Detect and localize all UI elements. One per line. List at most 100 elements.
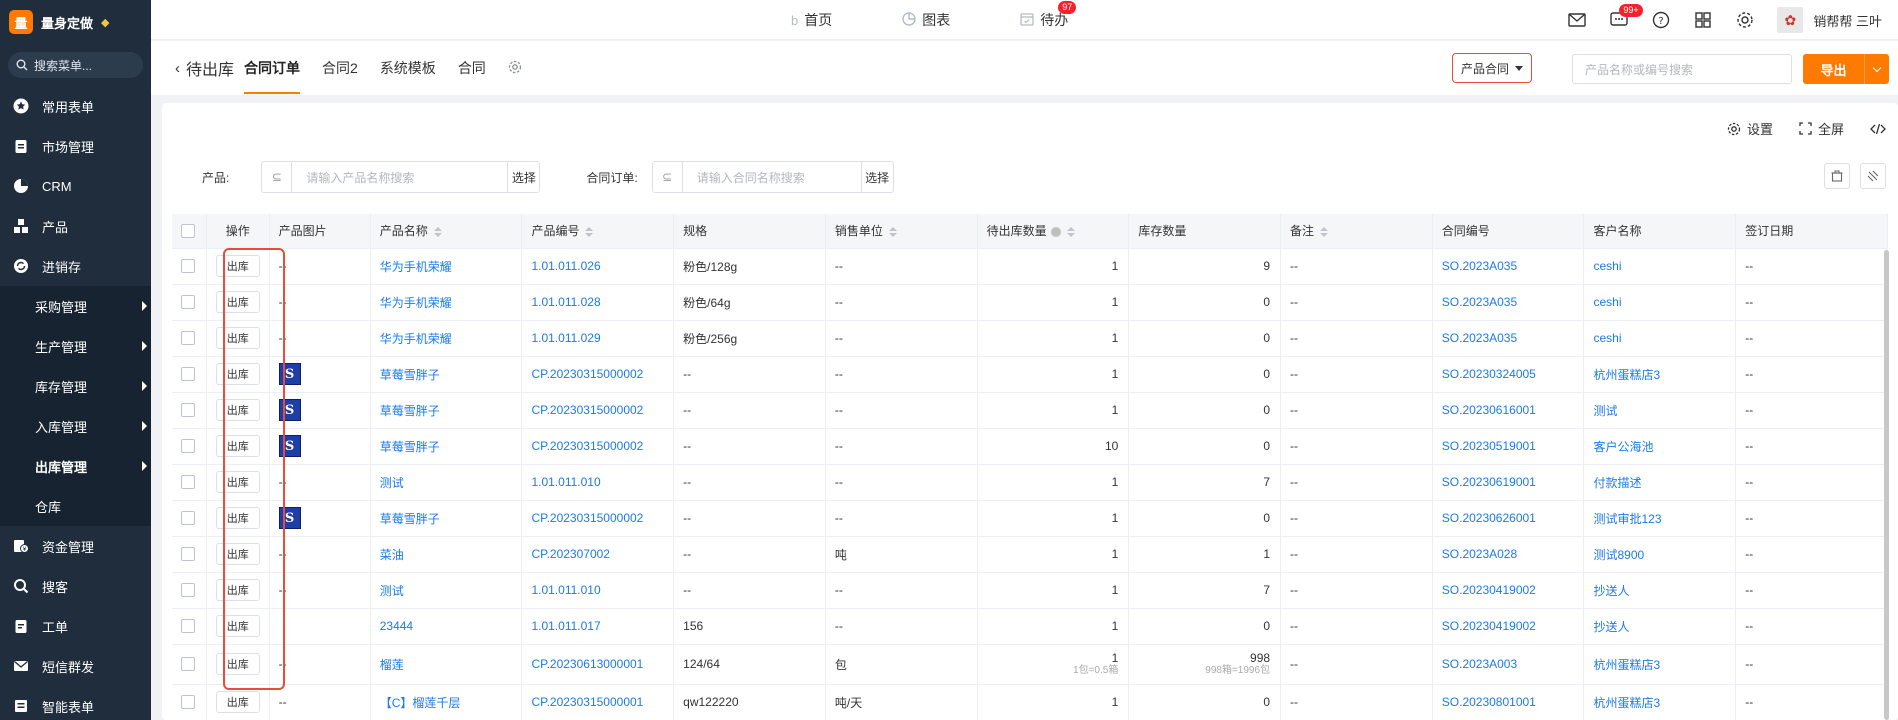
collapse-filter-icon[interactable]	[1860, 163, 1886, 189]
cell-customer[interactable]: 抄送人	[1583, 572, 1737, 609]
sidebar-item-ticket[interactable]: 工单	[0, 606, 151, 646]
sort-icon[interactable]	[1066, 227, 1075, 238]
row-checkbox[interactable]	[172, 392, 207, 429]
cell-customer[interactable]: ceshi	[1583, 320, 1737, 357]
nav-home[interactable]: b 首页	[791, 10, 832, 30]
cell-contract[interactable]: SO.20230616001	[1432, 392, 1585, 429]
cell-product-name[interactable]: 草莓雪胖子	[370, 500, 523, 537]
cell-product-code[interactable]: CP.20230315000002	[521, 356, 675, 393]
cell-customer[interactable]: 测试	[1583, 392, 1737, 429]
filter-mode-icon[interactable]: ⊆	[653, 162, 683, 192]
col-header-note[interactable]: 备注	[1280, 214, 1433, 249]
outbound-button[interactable]: 出库	[215, 435, 260, 457]
row-checkbox[interactable]	[172, 608, 207, 645]
sidebar-item-market[interactable]: 市场管理	[0, 126, 151, 166]
cell-product-code[interactable]: CP.20230315000002	[521, 392, 675, 429]
cell-product-name[interactable]: 菜油	[370, 536, 523, 573]
product-thumbnail[interactable]: S	[278, 399, 301, 421]
outbound-button[interactable]: 出库	[215, 363, 260, 385]
cell-product-code[interactable]: 1.01.011.010	[521, 464, 675, 501]
settings-button[interactable]: 设置	[1727, 119, 1773, 138]
row-checkbox[interactable]	[172, 356, 207, 393]
outbound-button[interactable]: 出库	[215, 399, 260, 421]
tab-contract2[interactable]: 合同2	[322, 58, 358, 78]
cell-contract[interactable]: SO.2023A035	[1432, 248, 1585, 285]
mail-icon[interactable]	[1567, 10, 1587, 30]
user-name[interactable]: 销帮帮 三叶	[1813, 11, 1882, 30]
sidebar-item-purchase[interactable]: 采购管理	[0, 286, 151, 326]
fullscreen-button[interactable]: 全屏	[1799, 119, 1844, 138]
outbound-button[interactable]: 出库	[215, 471, 260, 493]
sort-icon[interactable]	[1320, 227, 1329, 238]
menu-search[interactable]: 搜索菜单...	[8, 52, 143, 78]
cell-product-name[interactable]: 华为手机荣耀	[370, 320, 523, 357]
cell-customer[interactable]: 杭州蛋糕店3	[1583, 356, 1737, 393]
row-checkbox[interactable]	[172, 536, 207, 573]
row-checkbox[interactable]	[172, 572, 207, 609]
gear-icon[interactable]	[1735, 10, 1755, 30]
cell-product-code[interactable]: 1.01.011.028	[521, 284, 675, 321]
sidebar-item-outbound[interactable]: 出库管理	[0, 446, 151, 486]
sidebar-item-soke[interactable]: 搜客	[0, 566, 151, 606]
message-icon[interactable]: 99+	[1609, 4, 1643, 30]
cell-product-name[interactable]: 华为手机荣耀	[370, 284, 523, 321]
cell-product-name[interactable]: 测试	[370, 464, 523, 501]
sort-icon[interactable]	[433, 227, 442, 238]
product-filter-input[interactable]: 请输入产品名称搜索	[292, 169, 507, 186]
row-checkbox[interactable]	[172, 464, 207, 501]
cell-customer[interactable]: ceshi	[1583, 248, 1737, 285]
cell-product-code[interactable]: 1.01.011.017	[521, 608, 675, 645]
back-button[interactable]: ‹ 待出库	[175, 56, 234, 80]
cell-product-name[interactable]: 【C】榴莲千层	[370, 684, 523, 720]
product-select-button[interactable]: 选择	[507, 162, 539, 192]
sidebar-item-inbound[interactable]: 入库管理	[0, 406, 151, 446]
col-header-pending[interactable]: 待出库数量	[977, 214, 1130, 249]
sidebar-item-smart-form[interactable]: 智能表单	[0, 686, 151, 720]
app-logo[interactable]: 量	[9, 10, 33, 34]
cell-contract[interactable]: SO.20230519001	[1432, 428, 1585, 465]
cell-customer[interactable]: 抄送人	[1583, 608, 1737, 645]
cell-product-name[interactable]: 测试	[370, 572, 523, 609]
select-all-checkbox[interactable]	[172, 214, 207, 249]
tab-contract-order[interactable]: 合同订单	[244, 41, 301, 95]
avatar[interactable]: ✿	[1777, 7, 1804, 33]
product-thumbnail[interactable]: S	[278, 507, 301, 529]
product-thumbnail[interactable]: S	[278, 435, 301, 457]
cell-contract[interactable]: SO.20230419002	[1432, 608, 1585, 645]
cell-product-code[interactable]: CP.20230315000001	[521, 684, 675, 720]
cell-product-code[interactable]: 1.01.011.029	[521, 320, 675, 357]
clear-filter-icon[interactable]	[1824, 163, 1850, 189]
cell-product-name[interactable]: 榴莲	[370, 644, 523, 685]
order-filter-input[interactable]: 请输入合同名称搜索	[683, 169, 861, 186]
tab-settings-gear-icon[interactable]	[508, 60, 522, 77]
nav-chart[interactable]: 图表	[902, 10, 950, 30]
row-checkbox[interactable]	[172, 500, 207, 537]
sidebar-item-common-forms[interactable]: 常用表单	[0, 86, 151, 126]
cell-product-code[interactable]: CP.20230613000001	[521, 644, 675, 685]
cell-contract[interactable]: SO.20230619001	[1432, 464, 1585, 501]
outbound-button[interactable]: 出库	[215, 507, 260, 529]
cell-customer[interactable]: 客户公海池	[1583, 428, 1737, 465]
cell-product-name[interactable]: 草莓雪胖子	[370, 356, 523, 393]
sort-icon[interactable]	[585, 227, 594, 238]
cell-product-name[interactable]: 草莓雪胖子	[370, 392, 523, 429]
cell-contract[interactable]: SO.2023A035	[1432, 284, 1585, 321]
cell-product-name[interactable]: 23444	[370, 608, 523, 645]
order-select-button[interactable]: 选择	[860, 162, 893, 192]
product-thumbnail[interactable]: S	[278, 363, 301, 385]
filter-mode-icon[interactable]: ⊆	[262, 162, 293, 192]
cell-product-code[interactable]: CP.20230315000002	[521, 428, 675, 465]
outbound-button[interactable]: 出库	[215, 615, 260, 637]
col-header-unit[interactable]: 销售单位	[825, 214, 978, 249]
app-title[interactable]: 量身定做	[41, 13, 93, 32]
outbound-button[interactable]: 出库	[215, 579, 260, 601]
product-search-input[interactable]: 产品名称或编号搜索	[1572, 54, 1792, 84]
sidebar-item-product[interactable]: 产品	[0, 206, 151, 246]
cell-contract[interactable]: SO.20230801001	[1432, 684, 1585, 720]
cell-contract[interactable]: SO.2023A035	[1432, 320, 1585, 357]
cell-customer[interactable]: 测试审批123	[1583, 500, 1737, 537]
sidebar-item-warehouse[interactable]: 仓库	[0, 486, 151, 526]
cell-customer[interactable]: 杭州蛋糕店3	[1583, 684, 1737, 720]
cell-contract[interactable]: SO.2023A003	[1432, 644, 1585, 685]
cell-customer[interactable]: ceshi	[1583, 284, 1737, 321]
